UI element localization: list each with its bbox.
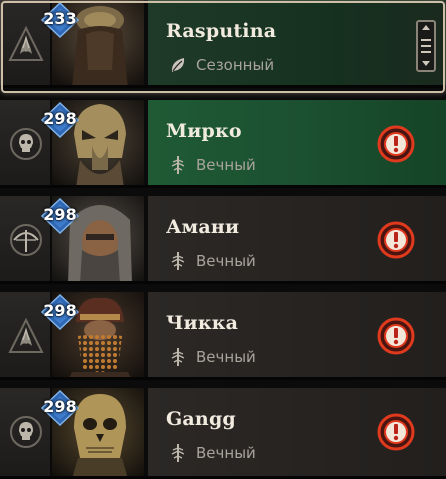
character-name: Rasputina [166, 20, 277, 42]
level-value: 298 [43, 301, 77, 320]
level-badge: 298 [34, 390, 86, 426]
level-value: 298 [43, 205, 77, 224]
character-list: 233 Rasputina Сезонный 298 Мирко Вечный … [0, 0, 446, 479]
character-info: Мирко Вечный [148, 100, 446, 185]
character-info: Амани Вечный [148, 196, 446, 281]
warning-icon[interactable] [376, 124, 416, 164]
warning-icon[interactable] [376, 220, 416, 260]
character-row-chikka[interactable]: 298 Чикка Вечный [0, 292, 446, 380]
level-value: 233 [43, 9, 77, 28]
level-badge: 233 [34, 2, 86, 38]
reorder-handle[interactable] [416, 20, 436, 72]
warning-icon[interactable] [376, 412, 416, 452]
character-row-amani[interactable]: 298 Амани Вечный [0, 196, 446, 284]
level-badge: 298 [34, 294, 86, 330]
level-value: 298 [43, 397, 77, 416]
eternal-sword-icon [171, 444, 185, 462]
character-info: Чикка Вечный [148, 292, 446, 377]
character-row-rasputina[interactable]: 233 Rasputina Сезонный [0, 0, 446, 88]
eternal-sword-icon [171, 156, 185, 174]
character-name: Чикка [166, 312, 239, 334]
character-row-gangg[interactable]: 298 Gangg Вечный [0, 388, 446, 479]
character-info: Gangg Вечный [148, 388, 446, 476]
character-name: Амани [166, 216, 240, 238]
character-info: Rasputina Сезонный [148, 0, 446, 85]
realm-label: Вечный [196, 252, 256, 270]
realm-label: Вечный [196, 348, 256, 366]
eternal-sword-icon [171, 348, 185, 366]
character-name: Gangg [166, 408, 236, 430]
realm-label: Вечный [196, 444, 256, 462]
realm-label: Сезонный [196, 56, 275, 74]
level-value: 298 [43, 109, 77, 128]
character-row-mirko[interactable]: 298 Мирко Вечный [0, 100, 446, 188]
level-badge: 298 [34, 198, 86, 234]
realm-label: Вечный [196, 156, 256, 174]
warning-icon[interactable] [376, 316, 416, 356]
leaf-icon [171, 58, 185, 72]
level-badge: 298 [34, 102, 86, 138]
character-name: Мирко [166, 120, 242, 142]
reorder-handle-icon [421, 25, 431, 66]
eternal-sword-icon [171, 252, 185, 270]
